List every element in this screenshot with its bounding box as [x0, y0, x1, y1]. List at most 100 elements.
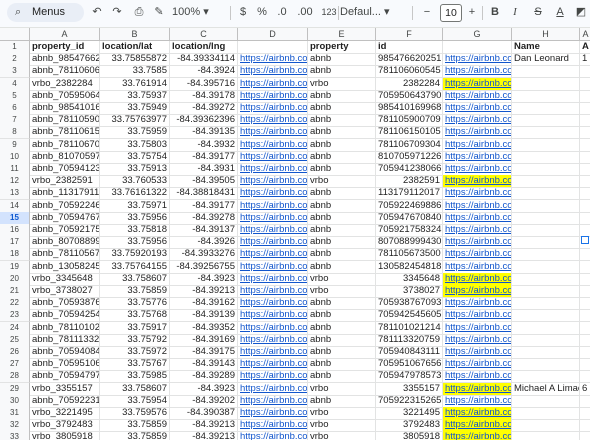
cell-h[interactable]	[512, 358, 580, 372]
cell-i[interactable]	[580, 200, 590, 213]
cell-e[interactable]: abnb	[308, 236, 376, 250]
cell-b[interactable]: 33.75913	[100, 163, 170, 176]
cell-e[interactable]: abnb	[308, 370, 376, 384]
cell-c[interactable]: -84.39334114	[170, 53, 238, 67]
cell-e[interactable]: abnb	[308, 114, 376, 128]
cell-g[interactable]: https://airbnb.co	[443, 150, 512, 164]
cell-a[interactable]: abnb_78110590	[30, 114, 100, 128]
cell-d[interactable]: https://airbnb.co	[238, 77, 308, 91]
cell-b[interactable]: 33.75956	[100, 236, 170, 250]
cell-a[interactable]: abnb_70595106	[30, 358, 100, 372]
row-number[interactable]: 27	[0, 358, 30, 372]
cell-g[interactable]: https://airbnb.co	[443, 333, 512, 347]
cell-b[interactable]: 33.76161322	[100, 187, 170, 201]
column-header-h[interactable]: H	[512, 28, 580, 40]
cell-e[interactable]: abnb	[308, 309, 376, 323]
cell-a[interactable]: vrbo_2382591	[30, 175, 100, 189]
zoom-select[interactable]: 100% ▾	[172, 0, 222, 27]
cell-e[interactable]: abnb	[308, 394, 376, 408]
cell-e[interactable]: property	[308, 41, 376, 54]
cell-f[interactable]: 3345648	[376, 272, 443, 286]
cell-b[interactable]: 33.75937	[100, 89, 170, 103]
bold-icon[interactable]: B	[488, 0, 502, 27]
cell-i[interactable]	[580, 309, 590, 323]
cell-c[interactable]: -84.3923	[170, 382, 238, 396]
cell-g[interactable]: https://airbnb.co	[443, 77, 512, 91]
cell-a[interactable]: abnb_70594254	[30, 309, 100, 323]
cell-b[interactable]: 33.75859	[100, 431, 170, 440]
cell-d[interactable]: https://airbnb.co	[238, 346, 308, 359]
cell-a[interactable]: abnb_13058245	[30, 260, 100, 274]
cell-e[interactable]: abnb	[308, 126, 376, 140]
cell-g[interactable]: https://airbnb.co	[443, 358, 512, 372]
cell-d[interactable]: https://airbnb.co	[238, 199, 308, 213]
cell-a[interactable]: abnb_70594767	[30, 211, 100, 225]
cell-h[interactable]	[512, 224, 580, 237]
cell-h[interactable]	[512, 138, 580, 152]
row-number[interactable]: 28	[0, 370, 30, 384]
cell-h[interactable]: Name	[512, 41, 580, 54]
cell-e[interactable]: abnb	[308, 53, 376, 67]
cell-e[interactable]: vrbo	[308, 272, 376, 286]
cell-c[interactable]: -84.39256755	[170, 260, 238, 274]
cell-h[interactable]	[512, 114, 580, 128]
cell-i[interactable]: 1	[580, 53, 590, 67]
cell-f[interactable]: 705951067656	[376, 358, 443, 372]
row-number[interactable]: 9	[0, 138, 30, 152]
cell-b[interactable]: 33.759576	[100, 407, 170, 420]
cell-c[interactable]: -84.395716	[170, 77, 238, 91]
cell-c[interactable]: -84.3932	[170, 138, 238, 152]
row-number[interactable]: 18	[0, 248, 30, 262]
cell-b[interactable]: 33.75792	[100, 333, 170, 347]
cell-f[interactable]: 985410169968	[376, 102, 443, 115]
cell-h[interactable]	[512, 163, 580, 176]
cell-a[interactable]: abnb_80708899	[30, 236, 100, 250]
row-number[interactable]: 20	[0, 272, 30, 286]
cell-d[interactable]: https://airbnb.co	[238, 211, 308, 225]
cell-d[interactable]: https://airbnb.co	[238, 150, 308, 164]
cell-i[interactable]	[580, 139, 590, 152]
cell-i[interactable]	[580, 90, 590, 103]
cell-f[interactable]: 985476620251	[376, 53, 443, 67]
cell-e[interactable]: vrbo	[308, 431, 376, 440]
cell-d[interactable]: https://airbnb.co	[238, 248, 308, 262]
cell-f[interactable]: 807088999430	[376, 236, 443, 250]
cell-g[interactable]: https://airbnb.co	[443, 138, 512, 152]
row-number[interactable]: 31	[0, 407, 30, 420]
cell-f[interactable]: 3738027	[376, 285, 443, 298]
cell-i[interactable]	[580, 102, 590, 115]
increase-font-size-button[interactable]: +	[465, 0, 479, 27]
column-header-b[interactable]: B	[100, 28, 170, 40]
cell-b[interactable]: 33.758607	[100, 272, 170, 286]
cell-c[interactable]: location/lng	[170, 41, 238, 54]
font-select[interactable]: Defaul... ▾	[340, 0, 398, 27]
cell-g[interactable]: https://airbnb.co	[443, 163, 512, 176]
cell-c[interactable]: -84.39213	[170, 431, 238, 440]
cell-d[interactable]: https://airbnb.co	[238, 321, 308, 335]
cell-h[interactable]	[512, 333, 580, 347]
cell-a[interactable]: abnb_70593876	[30, 297, 100, 311]
row-number[interactable]: 32	[0, 419, 30, 433]
cell-f[interactable]: id	[376, 41, 443, 54]
cell-a[interactable]: abnb_70594084	[30, 346, 100, 359]
row-number[interactable]: 10	[0, 150, 30, 164]
cell-a[interactable]: vrbo_3738027	[30, 285, 100, 298]
cell-f[interactable]: 3221495	[376, 407, 443, 420]
cell-f[interactable]: 781106709304	[376, 138, 443, 152]
cell-g[interactable]: https://airbnb.co	[443, 272, 512, 286]
cell-h[interactable]	[512, 285, 580, 298]
cell-b[interactable]: 33.75763977	[100, 114, 170, 128]
cell-a[interactable]: vrbo_3792483	[30, 419, 100, 433]
cell-i[interactable]	[580, 370, 590, 384]
cell-e[interactable]: abnb	[308, 138, 376, 152]
row-number[interactable]: 24	[0, 321, 30, 335]
row-number[interactable]: 4	[0, 77, 30, 91]
cell-c[interactable]: -84.3924	[170, 65, 238, 79]
cell-e[interactable]: abnb	[308, 321, 376, 335]
cell-a[interactable]: abnb_70594123	[30, 163, 100, 176]
cell-g[interactable]: https://airbnb.co	[443, 394, 512, 408]
cell-f[interactable]: 781113320759	[376, 333, 443, 347]
cell-e[interactable]: abnb	[308, 260, 376, 274]
cell-i[interactable]	[580, 212, 590, 225]
cell-d[interactable]: https://airbnb.co	[238, 309, 308, 323]
